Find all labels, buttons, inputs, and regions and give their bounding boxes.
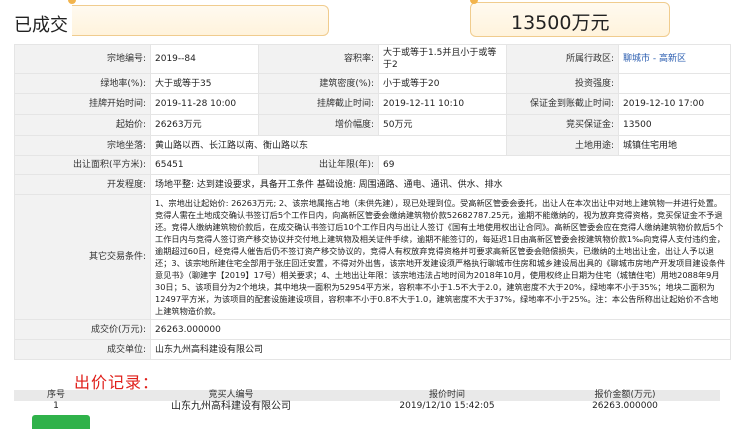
table-row: 宗地坐落: 黄山路以西、长江路以南、衡山路以东 土地用途: 城镇住宅用地: [14, 135, 731, 156]
location-label: 宗地坐落:: [14, 135, 151, 156]
bid-no: 1: [53, 401, 59, 411]
start-price-value: 26263万元: [150, 114, 259, 136]
bid-amount: 26263.000000: [592, 401, 658, 411]
green-rate-label: 绿地率(%):: [14, 73, 151, 94]
table-row: 绿地率(%): 大于或等于35 建筑密度(%): 小于或等于20 投资强度:: [14, 73, 731, 94]
transaction-status: 已成交: [14, 15, 68, 36]
land-use-label: 土地用途:: [506, 135, 619, 156]
decor-dot: [68, 0, 76, 4]
land-use-value: 城镇住宅用地: [618, 135, 731, 156]
status-highlight: [72, 5, 329, 36]
deal-price-label: 成交价(万元):: [14, 319, 151, 340]
table-row: 挂牌开始时间: 2019-11-28 10:00 挂牌截止时间: 2019-12…: [14, 93, 731, 115]
building-density-value: 小于或等于20: [378, 73, 507, 94]
deposit-deadline-value: 2019-12-10 17:00: [618, 93, 731, 115]
investment-intensity-value: [618, 73, 731, 94]
bid-deposit-value: 13500: [618, 114, 731, 136]
price-highlight: 13500万元: [470, 2, 670, 37]
deal-price-value: 26263.000000: [150, 319, 731, 340]
start-price-label: 起始价:: [14, 114, 151, 136]
listing-end-label: 挂牌截止时间:: [258, 93, 379, 115]
table-row: 1 山东九州高科建设有限公司 2019/12/10 15:42:05 26263…: [14, 401, 720, 412]
term-label: 出让年限(年):: [258, 155, 379, 175]
table-row: 起始价: 26263万元 增价幅度: 50万元 竞买保证金: 13500: [14, 114, 731, 136]
plot-ratio-label: 容积率:: [258, 44, 379, 74]
district-label: 所属行政区:: [506, 44, 619, 74]
listing-start-label: 挂牌开始时间:: [14, 93, 151, 115]
col-header-bidder: 竞买人编号: [98, 390, 364, 401]
listing-end-value: 2019-12-11 10:10: [378, 93, 507, 115]
other-conditions-label: 其它交易条件:: [14, 194, 151, 320]
building-density-label: 建筑密度(%):: [258, 73, 379, 94]
location-value: 黄山路以西、长江路以南、衡山路以东: [150, 135, 507, 156]
table-row: 其它交易条件: 1、宗地出让起始价: 26263万元; 2、该宗地属拖占地（未供…: [14, 194, 731, 320]
green-rate-value: 大于或等于35: [150, 73, 259, 94]
table-row: 宗地编号: 2019--84 容积率: 大于或等于1.5并且小于或等于2 所属行…: [14, 44, 731, 74]
investment-intensity-label: 投资强度:: [506, 73, 619, 94]
col-header-time: 报价时间: [364, 390, 530, 401]
bid-deposit-label: 竞买保证金:: [506, 114, 619, 136]
area-value: 65451: [150, 155, 259, 175]
action-button[interactable]: [32, 415, 90, 429]
final-price: 13500万元: [511, 12, 610, 34]
col-header-amount: 报价金额(万元): [530, 390, 720, 401]
deposit-deadline-label: 保证金到账截止时间:: [506, 93, 619, 115]
bid-record-table: 序号 竞买人编号 报价时间 报价金额(万元) 1 山东九州高科建设有限公司 20…: [14, 390, 720, 412]
bid-time: 2019/12/10 15:42:05: [399, 401, 495, 411]
col-header-no: 序号: [14, 390, 98, 401]
parcel-no-label: 宗地编号:: [14, 44, 151, 74]
other-conditions-value: 1、宗地出让起始价: 26263万元; 2、该宗地属拖占地（未供先建），现已处理…: [150, 194, 731, 320]
table-row: 成交单位: 山东九州高科建设有限公司: [14, 339, 731, 360]
bidder-name: 山东九州高科建设有限公司: [171, 401, 291, 412]
bid-record-header: 序号 竞买人编号 报价时间 报价金额(万元): [14, 390, 720, 401]
area-label: 出让面积(平方米):: [14, 155, 151, 175]
development-label: 开发程度:: [14, 174, 151, 195]
deal-unit-value: 山东九州高科建设有限公司: [150, 339, 731, 360]
plot-ratio-value: 大于或等于1.5并且小于或等于2: [378, 44, 507, 74]
listing-start-value: 2019-11-28 10:00: [150, 93, 259, 115]
deal-unit-label: 成交单位:: [14, 339, 151, 360]
table-row: 成交价(万元): 26263.000000: [14, 319, 731, 340]
district-value[interactable]: 聊城市 - 高新区: [618, 44, 731, 74]
table-row: 出让面积(平方米): 65451 出让年限(年): 69: [14, 155, 731, 175]
parcel-detail-table: 宗地编号: 2019--84 容积率: 大于或等于1.5并且小于或等于2 所属行…: [14, 44, 731, 360]
increment-value: 50万元: [378, 114, 507, 136]
development-value: 场地平整: 达到建设要求，具备开工条件 基础设施: 周围通路、通电、通讯、供水、…: [150, 174, 731, 195]
table-row: 开发程度: 场地平整: 达到建设要求，具备开工条件 基础设施: 周围通路、通电、…: [14, 174, 731, 195]
term-value: 69: [378, 155, 731, 175]
parcel-no-value: 2019--84: [150, 44, 259, 74]
increment-label: 增价幅度:: [258, 114, 379, 136]
